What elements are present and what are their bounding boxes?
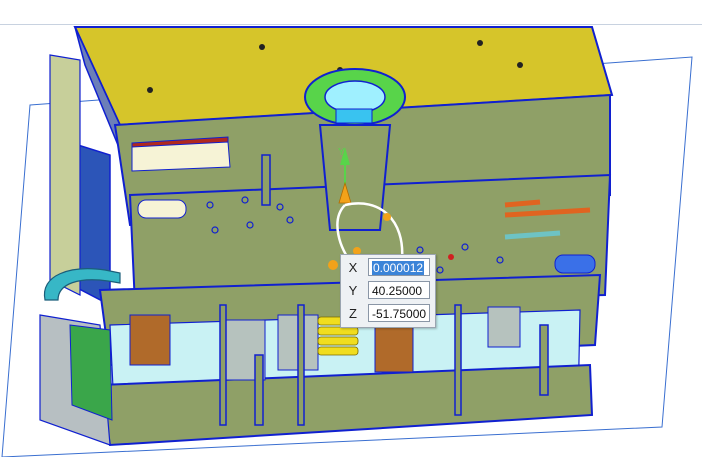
y-coordinate-row: Y 40.25000 bbox=[341, 280, 435, 302]
y-label: Y bbox=[348, 283, 358, 298]
graphics-viewport[interactable]: Y X 0.000012 Y 40.25000 Z -51.75000 bbox=[0, 25, 702, 457]
mold-model: Y bbox=[1, 26, 693, 457]
z-label: Z bbox=[349, 306, 357, 321]
svg-text:Y: Y bbox=[338, 147, 345, 158]
x-field[interactable]: 0.000012 bbox=[368, 258, 430, 276]
z-field[interactable]: -51.75000 bbox=[368, 304, 430, 322]
x-label: X bbox=[348, 260, 358, 275]
top-toolbar-strip bbox=[0, 0, 702, 25]
x-coordinate-row: X 0.000012 bbox=[341, 257, 435, 279]
z-coordinate-row: Z -51.75000 bbox=[341, 303, 435, 325]
y-field[interactable]: 40.25000 bbox=[368, 281, 430, 299]
x-value: 0.000012 bbox=[372, 261, 425, 275]
coordinate-input-popup: X 0.000012 Y 40.25000 Z -51.75000 bbox=[340, 254, 436, 328]
